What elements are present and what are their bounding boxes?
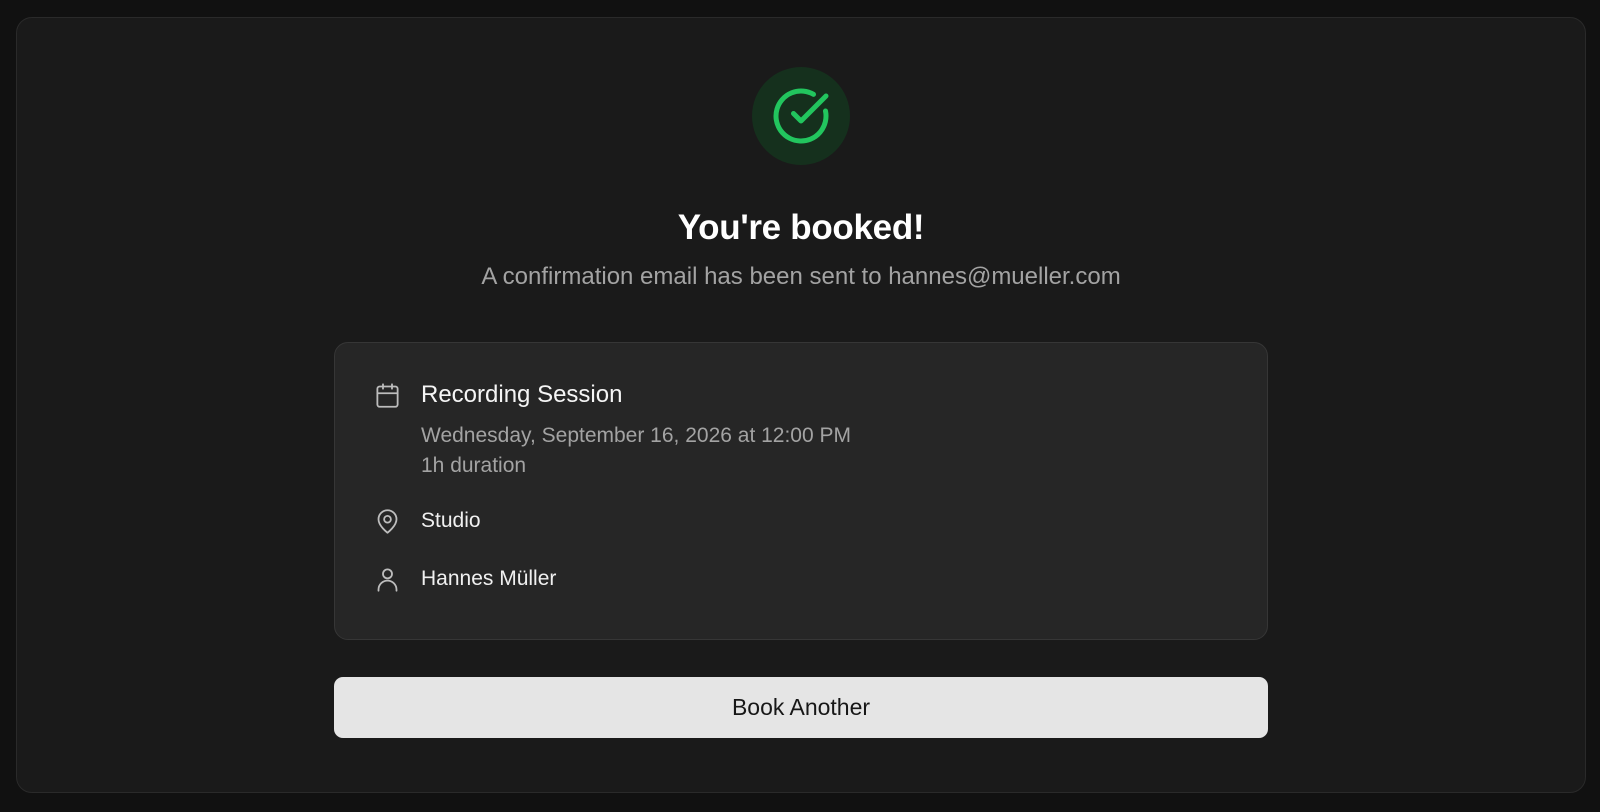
book-another-button[interactable]: Book Another [334,677,1268,738]
event-details: Recording Session Wednesday, September 1… [421,381,851,481]
host-row: Hannes Müller [373,565,1229,593]
confirmation-content: You're booked! A confirmation email has … [17,18,1585,738]
event-duration: 1h duration [421,454,527,477]
user-icon [373,565,401,593]
location-row: Studio [373,507,1229,535]
check-circle-icon [773,88,829,144]
event-name: Recording Session [421,381,623,408]
location-name: Studio [421,509,481,532]
booking-confirmation-panel: You're booked! A confirmation email has … [16,17,1586,793]
event-datetime: Wednesday, September 16, 2026 at 12:00 P… [421,424,851,447]
event-row: Recording Session Wednesday, September 1… [373,381,1229,481]
success-badge [752,67,850,165]
host-name: Hannes Müller [421,567,557,590]
booking-details-card: Recording Session Wednesday, September 1… [334,342,1268,640]
map-pin-icon [373,507,401,535]
confirmation-message: A confirmation email has been sent to ha… [481,263,1121,290]
calendar-icon [373,381,401,409]
page-title: You're booked! [677,208,925,247]
